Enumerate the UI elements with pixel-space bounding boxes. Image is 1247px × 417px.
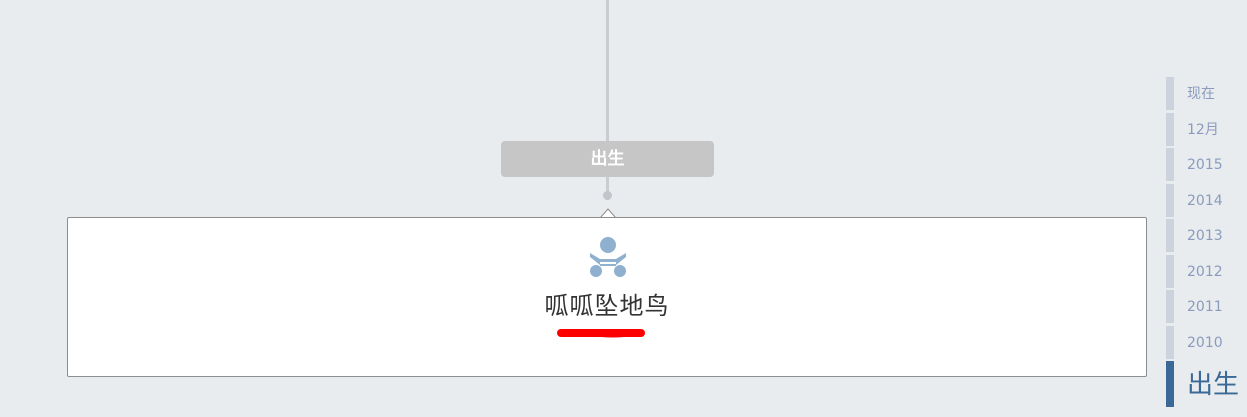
year-nav-item-2010[interactable]: 2010 <box>1166 325 1247 362</box>
timeline-dot <box>603 191 612 200</box>
year-nav-item-2011[interactable]: 2011 <box>1166 290 1247 326</box>
event-title: 呱呱坠地鸟 <box>544 292 670 320</box>
year-nav-item-2013[interactable]: 2013 <box>1166 219 1247 255</box>
year-nav-item-2015[interactable]: 2015 <box>1166 148 1247 184</box>
year-nav: 现在 12月 2015 2014 2013 2012 2011 2010 出生 <box>1166 77 1247 409</box>
year-nav-item-now[interactable]: 现在 <box>1166 77 1247 113</box>
year-nav-item-2012[interactable]: 2012 <box>1166 254 1247 291</box>
event-card: 呱呱坠地鸟 <box>67 217 1147 377</box>
redaction-mark <box>557 329 645 338</box>
year-nav-item-2014[interactable]: 2014 <box>1166 183 1247 220</box>
baby-icon <box>590 237 626 277</box>
year-nav-item-12-month[interactable]: 12月 <box>1166 112 1247 149</box>
year-nav-item-birth[interactable]: 出生 <box>1166 361 1247 409</box>
section-label: 出生 <box>501 141 714 177</box>
